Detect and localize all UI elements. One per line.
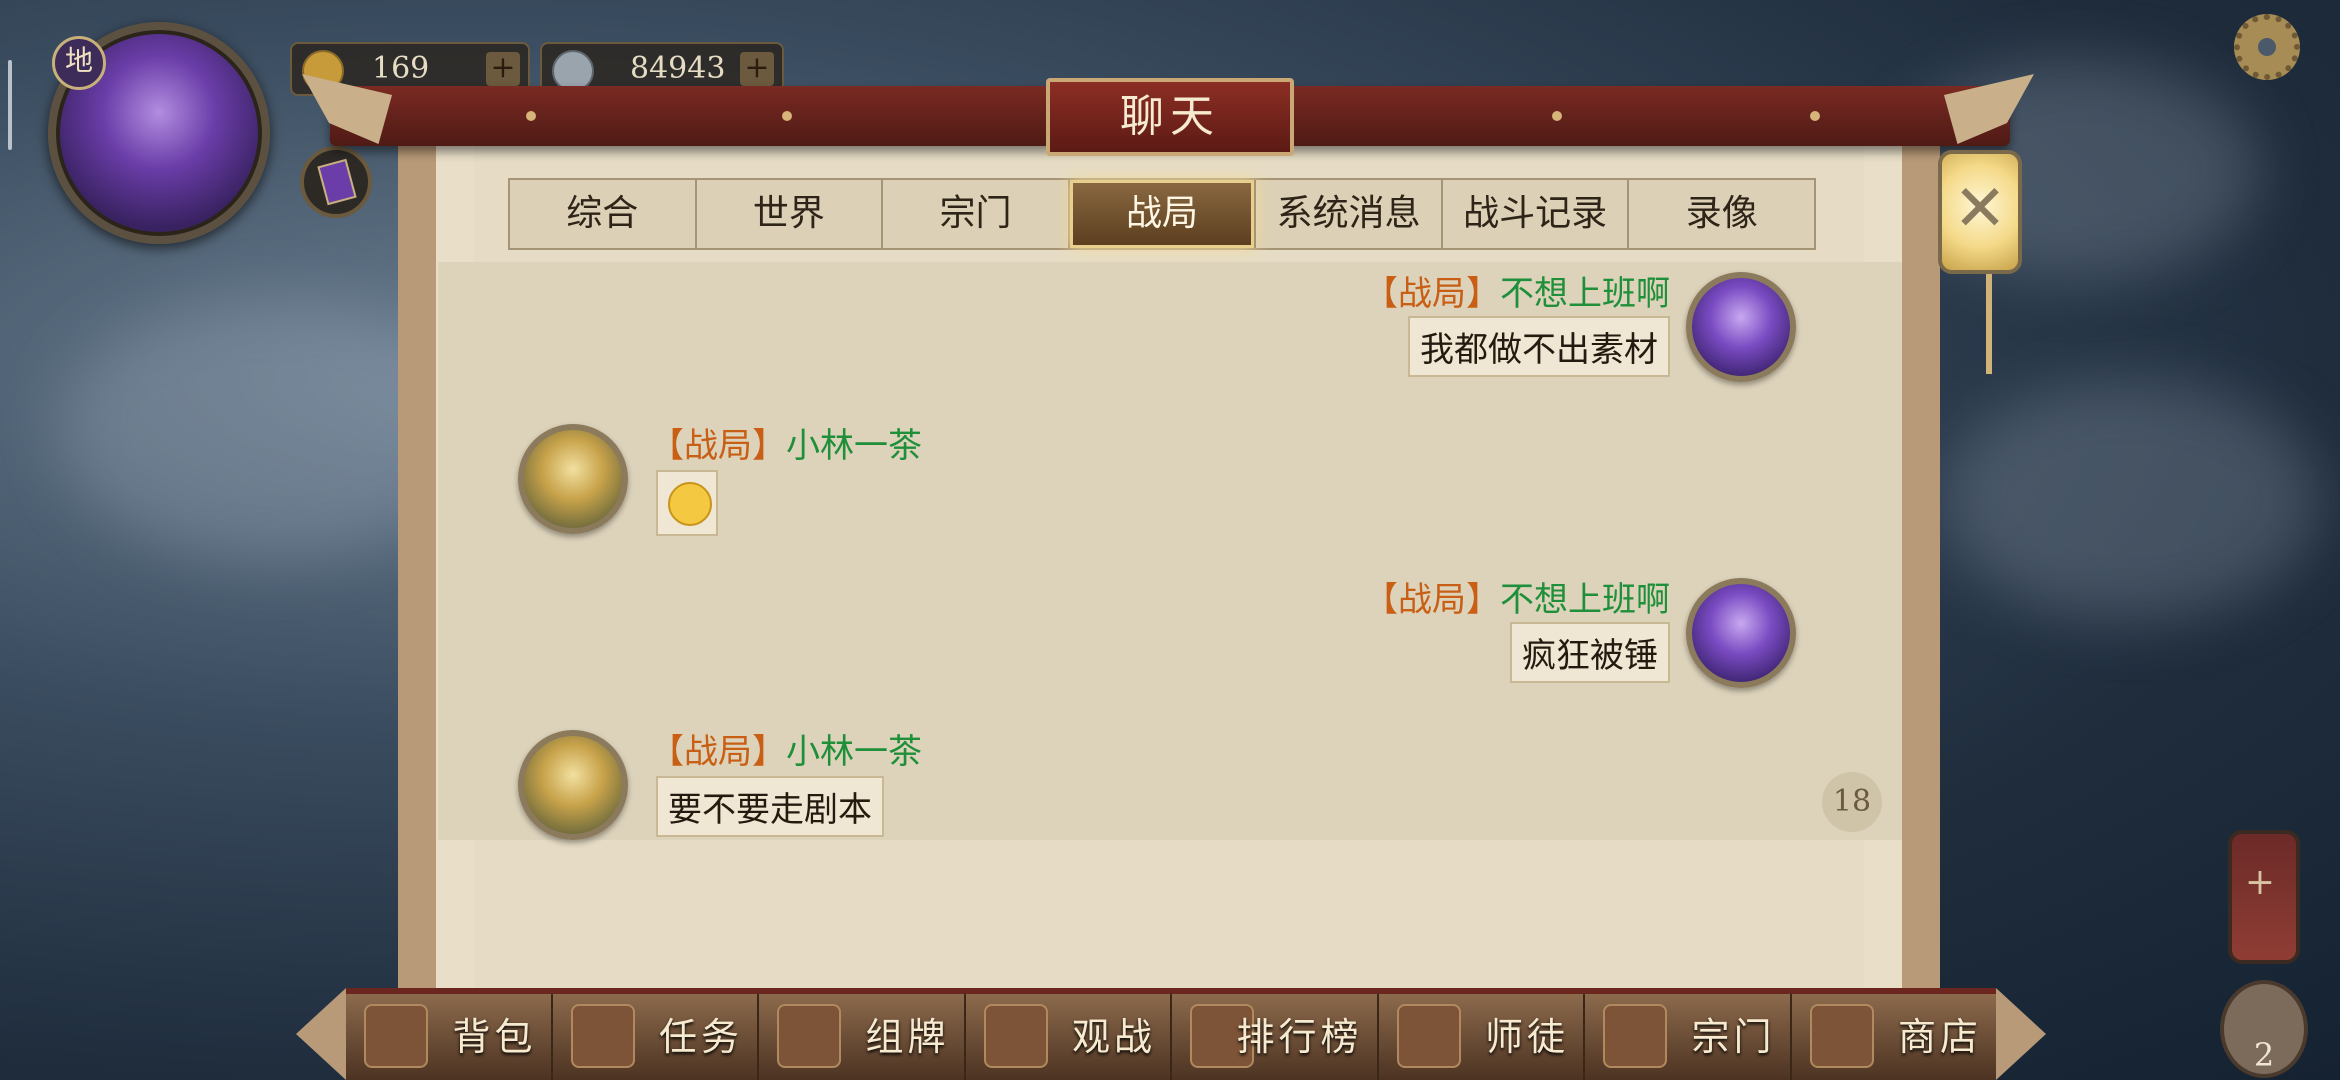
tab-battle[interactable]: 战局 xyxy=(1069,180,1257,248)
sender-name[interactable]: 不想上班啊 xyxy=(1500,274,1670,314)
sender-avatar[interactable] xyxy=(1686,578,1796,688)
nav-tasks[interactable]: 任务 xyxy=(553,994,759,1080)
message-header: 【战局】不想上班啊 xyxy=(1364,266,1670,315)
add-gold-button[interactable]: + xyxy=(486,52,520,86)
channel-tag: 【战局】 xyxy=(650,732,786,772)
nav-label: 商店 xyxy=(1897,1015,1982,1059)
backpack-icon xyxy=(364,1004,428,1068)
chat-channel-tabs: 综合 世界 宗门 战局 系统消息 战斗记录 录像 xyxy=(508,178,1816,250)
bottom-bar-left-cap xyxy=(296,988,346,1080)
sender-avatar[interactable] xyxy=(518,424,628,534)
add-silver-button[interactable]: + xyxy=(740,52,774,86)
nav-shop[interactable]: 商店 xyxy=(1792,994,1997,1080)
message-bubble: 要不要走剧本 xyxy=(656,776,884,837)
channel-tag: 【战局】 xyxy=(1364,274,1500,314)
frame-stud xyxy=(782,111,792,121)
sender-avatar[interactable] xyxy=(518,730,628,840)
tab-world[interactable]: 世界 xyxy=(697,180,884,248)
deck-icon xyxy=(777,1004,841,1068)
lantern-tassel xyxy=(1986,274,1992,374)
message-header: 【战局】小林一茶 xyxy=(650,724,922,773)
message-bubble: 疯狂被锤 xyxy=(1510,622,1670,683)
card-collection-button[interactable] xyxy=(300,146,372,218)
sender-name[interactable]: 小林一茶 xyxy=(786,732,922,772)
tab-general[interactable]: 综合 xyxy=(510,180,697,248)
nav-label: 任务 xyxy=(658,1015,743,1059)
close-icon: ✕ xyxy=(1953,172,2007,246)
mentor-icon xyxy=(1396,1004,1461,1068)
background-cloud xyxy=(1940,380,2320,620)
bag-count: 2 xyxy=(2253,1036,2275,1074)
bottom-bar-right-cap xyxy=(1996,988,2046,1080)
settings-gear-icon[interactable] xyxy=(2234,14,2300,80)
nav-label: 观战 xyxy=(1071,1015,1156,1059)
close-button[interactable]: ✕ xyxy=(1938,150,2022,274)
frame-stud xyxy=(526,111,536,121)
nav-label: 组牌 xyxy=(865,1015,950,1059)
message-bubble: 我都做不出素材 xyxy=(1408,316,1670,377)
nav-ranking[interactable]: 排行榜 xyxy=(1172,994,1379,1080)
potion-add-button[interactable]: + xyxy=(2228,830,2300,964)
side-drawer-handle[interactable] xyxy=(8,60,12,150)
sect-icon xyxy=(1603,1004,1667,1068)
tab-sect[interactable]: 宗门 xyxy=(883,180,1070,248)
item-bag-button[interactable]: 2 xyxy=(2220,980,2308,1078)
emoji-message xyxy=(656,470,718,536)
card-icon xyxy=(317,158,357,206)
shop-icon xyxy=(1809,1004,1874,1068)
message-header: 【战局】不想上班啊 xyxy=(1364,572,1670,621)
frame-stud xyxy=(1552,111,1562,121)
panel-title: 聊天 xyxy=(1046,78,1294,156)
nav-mentor[interactable]: 师徒 xyxy=(1379,994,1585,1080)
frame-stud xyxy=(1810,111,1820,121)
sender-avatar[interactable] xyxy=(1686,272,1796,382)
nav-backpack[interactable]: 背包 xyxy=(346,994,553,1080)
chat-message-list[interactable]: 【战局】不想上班啊 我都做不出素材 【战局】小林一茶 【战局】不想上班啊 疯狂被… xyxy=(438,262,1902,840)
message-header: 【战局】小林一茶 xyxy=(650,418,922,467)
unread-count-badge[interactable]: 18 xyxy=(1822,772,1882,832)
nav-label: 师徒 xyxy=(1484,1015,1569,1059)
channel-tag: 【战局】 xyxy=(1364,580,1500,620)
tab-system-messages[interactable]: 系统消息 xyxy=(1256,180,1443,248)
tab-replays[interactable]: 录像 xyxy=(1629,180,1814,248)
plus-icon: + xyxy=(2244,862,2276,903)
sender-name[interactable]: 不想上班啊 xyxy=(1500,580,1670,620)
spectate-icon xyxy=(983,1004,1048,1068)
nav-label: 宗门 xyxy=(1691,1015,1776,1059)
nav-label: 排行榜 xyxy=(1236,1015,1363,1059)
nav-sect[interactable]: 宗门 xyxy=(1585,994,1792,1080)
channel-tag: 【战局】 xyxy=(650,426,786,466)
tab-battle-records[interactable]: 战斗记录 xyxy=(1443,180,1630,248)
nav-spectate[interactable]: 观战 xyxy=(966,994,1172,1080)
sender-name[interactable]: 小林一茶 xyxy=(786,426,922,466)
bottom-navigation: 背包 任务 组牌 观战 排行榜 师徒 宗门 商店 xyxy=(346,988,1996,1080)
task-scroll-icon xyxy=(570,1004,635,1068)
nav-deck[interactable]: 组牌 xyxy=(759,994,966,1080)
nav-label: 背包 xyxy=(452,1015,537,1059)
smile-emoji-icon xyxy=(668,482,712,526)
rank-badge: 地 xyxy=(52,36,106,90)
